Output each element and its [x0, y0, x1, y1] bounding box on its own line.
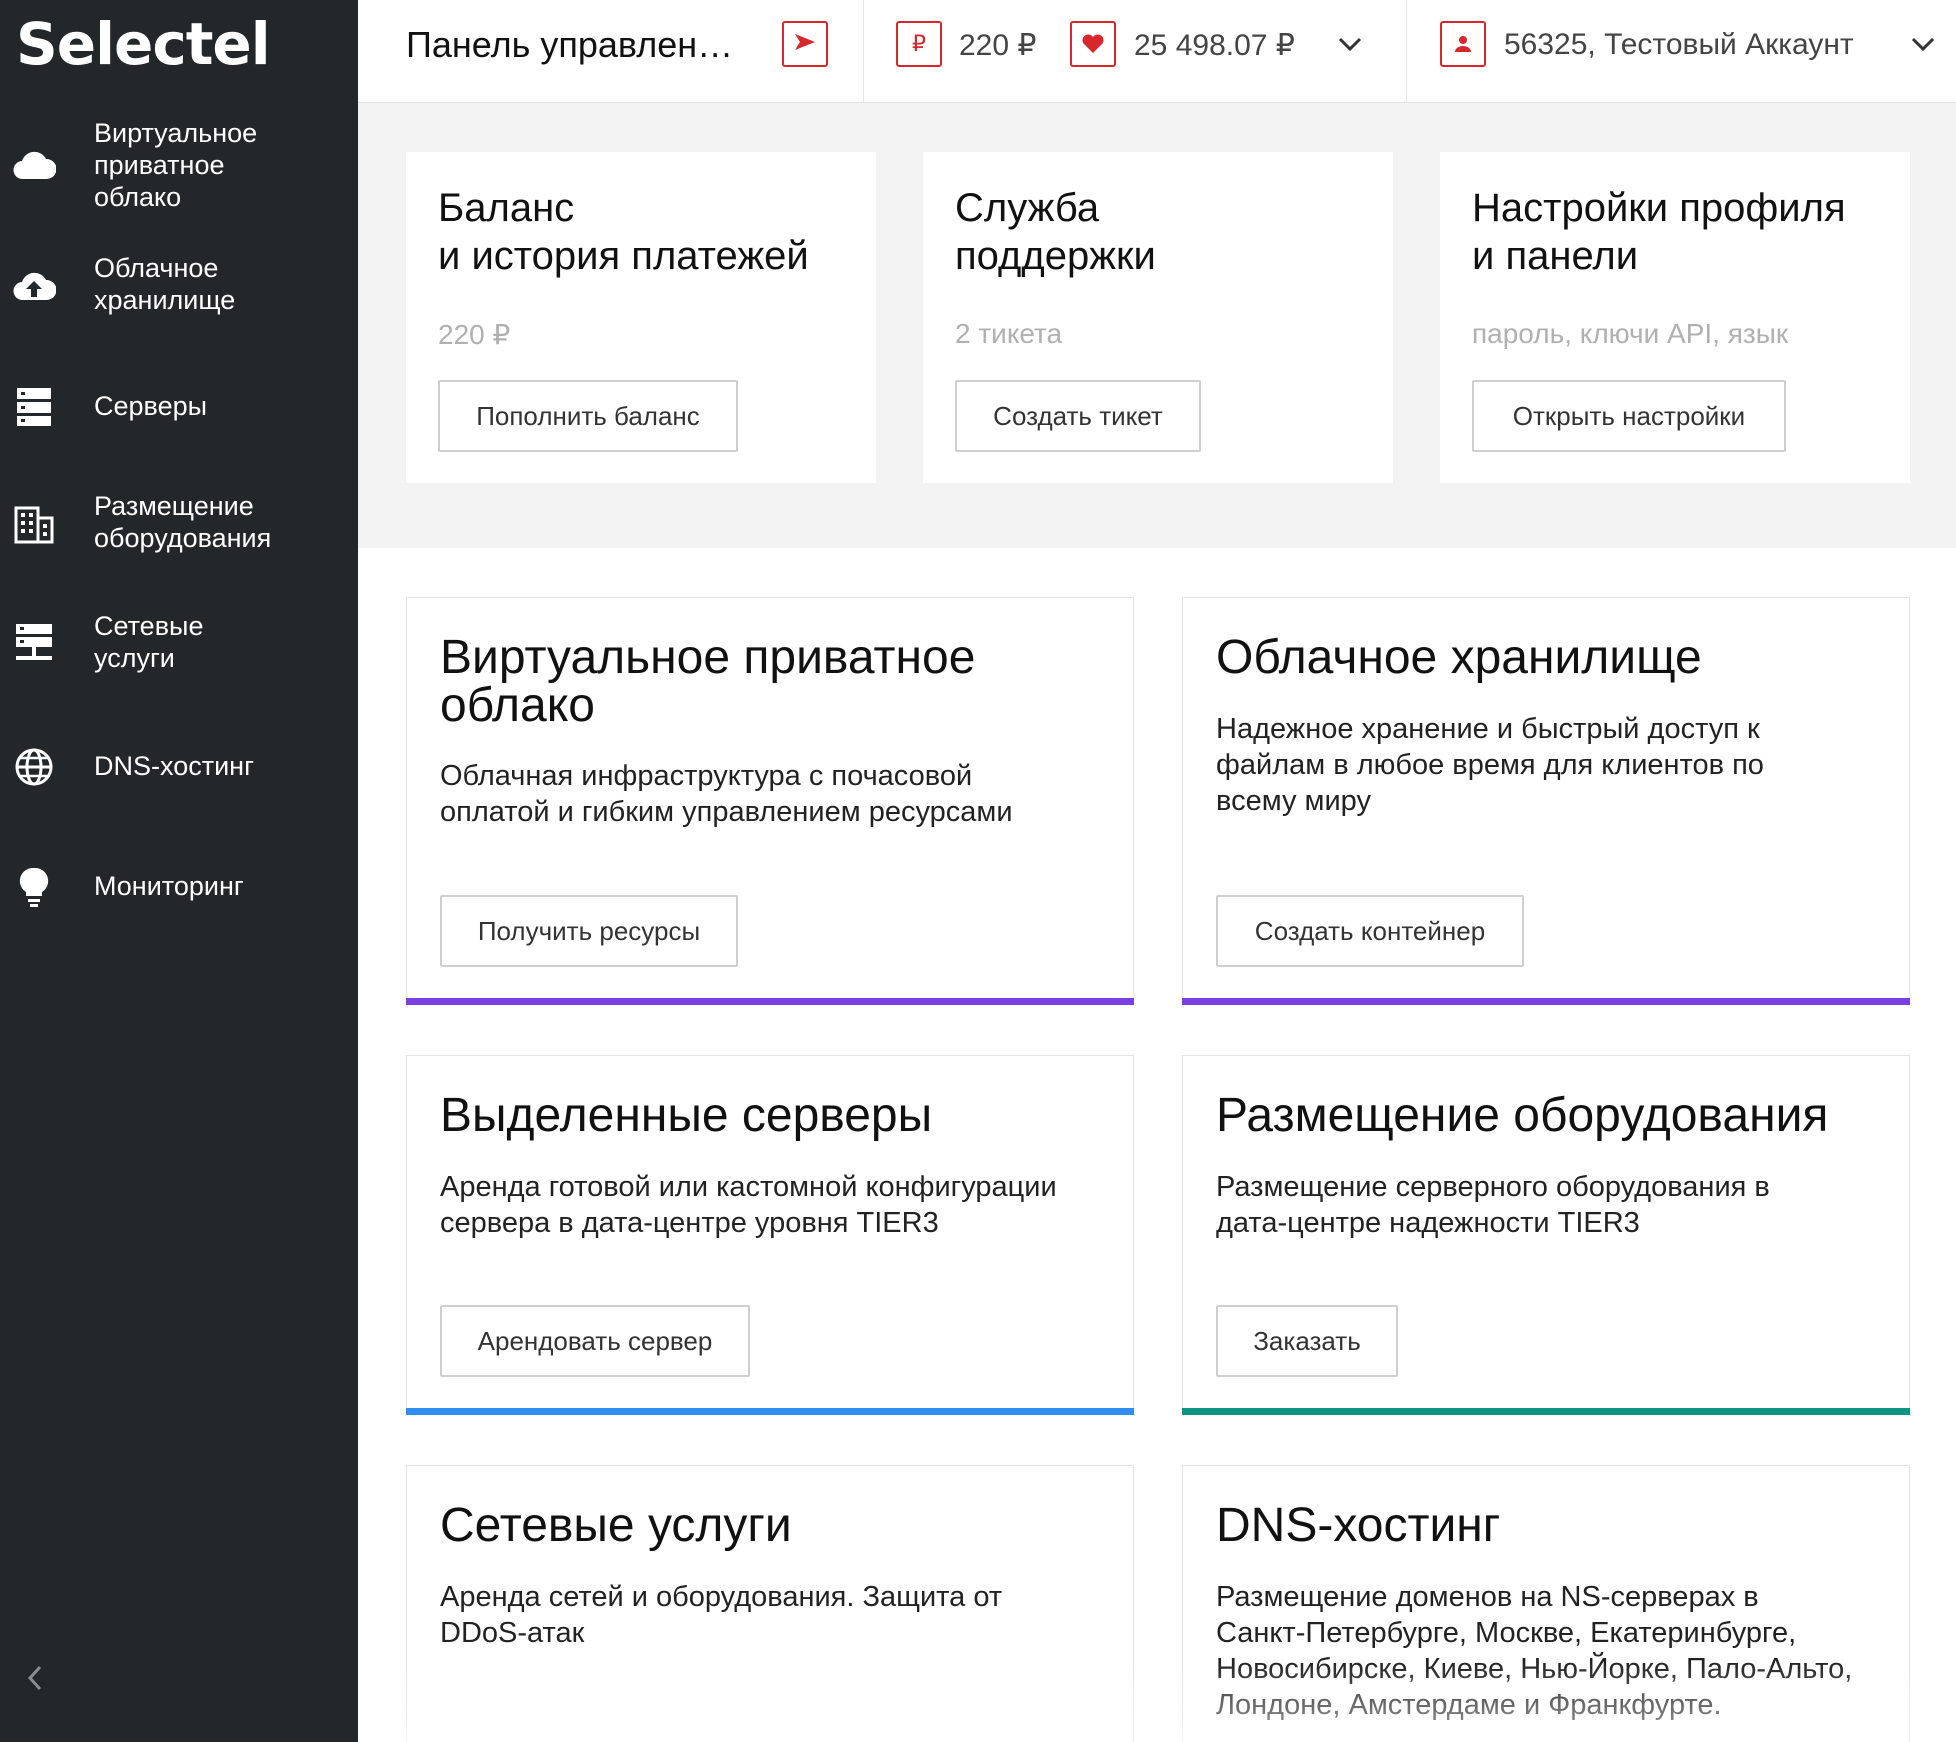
sidebar-item-label: DNS-хостинг — [94, 751, 254, 781]
header-divider — [1406, 0, 1407, 102]
chevron-down-icon[interactable] — [1335, 32, 1365, 56]
sidebar-item-label: Размещение оборудования — [94, 491, 272, 553]
sidebar: Selectel Виртуальное приватное облако Об… — [0, 0, 358, 1742]
cloud-upload-icon — [12, 264, 56, 308]
sidebar-collapse-button[interactable] — [20, 1662, 50, 1698]
servers-icon — [12, 385, 56, 429]
service-title: Облачное хранилище — [1216, 631, 1702, 684]
cloud-icon — [12, 143, 56, 187]
header-divider — [863, 0, 864, 102]
page-title: Панель управления — [406, 24, 736, 65]
sidebar-item-dns[interactable]: DNS-хостинг — [0, 742, 358, 792]
selectel-logo[interactable]: Selectel — [16, 10, 271, 78]
service-description: Аренда готовой или кастомной конфигураци… — [440, 1171, 1057, 1239]
service-description: Размещение доменов на NS-серверах в Санк… — [1216, 1581, 1853, 1721]
card-title: Служба поддержки — [955, 186, 1156, 278]
card-subtitle: 220 ₽ — [438, 319, 511, 350]
open-settings-button[interactable]: Открыть настройки — [1472, 380, 1786, 452]
sidebar-item-label: Серверы — [94, 391, 208, 421]
settings-card: Настройки профиля и панели пароль, ключи… — [1440, 152, 1910, 483]
sidebar-item-label: Виртуальное приватное облако — [94, 118, 258, 212]
service-description: Аренда сетей и оборудования. Защита от D… — [440, 1581, 1003, 1649]
accent-bar — [1182, 998, 1910, 1005]
service-title: Выделенные серверы — [440, 1089, 933, 1142]
service-description: Надежное хранение и быстрый доступ к фай… — [1216, 713, 1764, 817]
service-title: DNS-хостинг — [1216, 1499, 1501, 1552]
chevron-down-icon[interactable] — [1908, 32, 1938, 56]
network-icon — [12, 622, 56, 666]
order-button[interactable]: Заказать — [1216, 1305, 1398, 1377]
accent-bar — [406, 998, 1134, 1005]
card-title: Баланс и история платежей — [438, 186, 809, 278]
app: Selectel Виртуальное приватное облако Об… — [0, 0, 1956, 1742]
sidebar-item-network[interactable]: Сетевые услуги — [0, 610, 358, 680]
service-card-dedicated-servers: Выделенные серверы Аренда готовой или ка… — [406, 1055, 1134, 1415]
create-container-button[interactable]: Создать контейнер — [1216, 895, 1524, 967]
service-card-cloud-storage: Облачное хранилище Надежное хранение и б… — [1182, 597, 1910, 1005]
globe-icon — [12, 745, 56, 789]
sidebar-item-cloud-storage[interactable]: Облачное хранилище — [0, 252, 358, 322]
heart-icon — [1070, 21, 1116, 67]
card-subtitle: пароль, ключи API, язык — [1472, 318, 1789, 349]
sidebar-item-monitoring[interactable]: Мониторинг — [0, 862, 358, 912]
sidebar-item-label: Облачное хранилище — [94, 253, 236, 315]
accent-bar — [406, 1408, 1134, 1415]
service-description: Облачная инфраструктура с почасовой опла… — [440, 760, 1013, 828]
account-name[interactable]: 56325, Тестовый Аккаунт — [1504, 28, 1854, 62]
support-card: Служба поддержки 2 тикета Создать тикет — [923, 152, 1393, 483]
building-icon — [12, 502, 56, 546]
service-card-vpc: Виртуальное приватное облако Облачная ин… — [406, 597, 1134, 1005]
service-description: Размещение серверного оборудования в дат… — [1216, 1171, 1770, 1239]
ruble-symbol: ₽ — [912, 31, 926, 57]
card-subtitle: 2 тикета — [955, 318, 1063, 349]
sidebar-item-servers[interactable]: Серверы — [0, 382, 358, 432]
service-title: Сетевые услуги — [440, 1499, 792, 1552]
send-button[interactable] — [782, 21, 828, 67]
get-resources-button[interactable]: Получить ресурсы — [440, 895, 738, 967]
balance-card: Баланс и история платежей 220 ₽ Пополнит… — [406, 152, 876, 483]
sidebar-item-label: Сетевые услуги — [94, 611, 204, 673]
user-icon — [1440, 21, 1486, 67]
sidebar-item-colocation[interactable]: Размещение оборудования — [0, 490, 358, 560]
create-ticket-button[interactable]: Создать тикет — [955, 380, 1201, 452]
send-icon — [793, 32, 817, 57]
ruble-icon: ₽ — [896, 21, 942, 67]
top-header: Панель управления ₽ 220 ₽ 25 498.07 ₽ 56… — [358, 0, 1956, 103]
service-card-colocation: Размещение оборудования Размещение серве… — [1182, 1055, 1910, 1415]
bulb-icon — [12, 865, 56, 909]
service-title: Виртуальное приватное облако — [440, 631, 976, 732]
service-card-network: Сетевые услуги Аренда сетей и оборудован… — [406, 1465, 1134, 1742]
sidebar-item-label: Мониторинг — [94, 871, 244, 901]
top-up-balance-button[interactable]: Пополнить баланс — [438, 380, 738, 452]
service-title: Размещение оборудования — [1216, 1089, 1829, 1142]
chevron-left-icon — [26, 1664, 44, 1697]
sidebar-item-vpc[interactable]: Виртуальное приватное облако — [0, 115, 358, 215]
accent-bar — [1182, 1408, 1910, 1415]
header-balance: 220 ₽ — [959, 29, 1037, 62]
header-bonus: 25 498.07 ₽ — [1134, 29, 1295, 62]
service-card-dns: DNS-хостинг Размещение доменов на NS-сер… — [1182, 1465, 1910, 1742]
rent-server-button[interactable]: Арендовать сервер — [440, 1305, 750, 1377]
card-title: Настройки профиля и панели — [1472, 186, 1846, 278]
